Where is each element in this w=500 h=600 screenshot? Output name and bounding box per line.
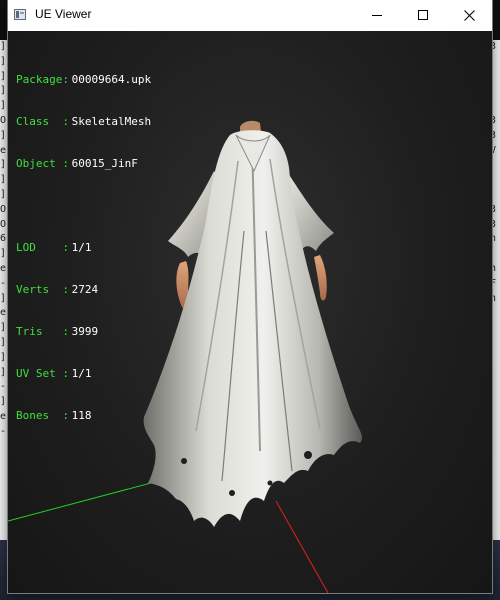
hem-hole [317, 460, 323, 466]
tris-value: 3999 [71, 325, 99, 338]
uvset-label: UV Set : [16, 367, 69, 380]
hem-hole [304, 451, 312, 459]
mesh-info-overlay: Package: 00009664.upk Class : SkeletalMe… [16, 45, 151, 451]
minimize-button[interactable] [354, 0, 400, 31]
ue-viewer-window[interactable]: UE Viewer Package: 00009664.upk Class: … [8, 0, 492, 593]
object-label: Object : [16, 157, 69, 170]
class-value: SkeletalMesh [71, 115, 152, 128]
object-value: 60015_JinF [71, 157, 138, 170]
lod-label: LOD : [16, 241, 69, 254]
right-hand [314, 255, 327, 301]
verts-value: 2724 [71, 283, 99, 296]
close-icon [464, 10, 475, 21]
hem-hole [181, 458, 187, 464]
x-axis-line [275, 500, 329, 593]
hem-hole [267, 480, 273, 486]
lod-value: 1/1 [71, 241, 92, 254]
app-icon [14, 9, 26, 20]
verts-label: Verts : [16, 283, 69, 296]
class-label: Class : [16, 115, 69, 128]
bones-value: 118 [71, 409, 92, 422]
bones-label: Bones : [16, 409, 69, 422]
hem-hole [229, 490, 235, 496]
package-label: Package: [16, 73, 69, 86]
tris-label: Tris : [16, 325, 69, 338]
3d-viewport[interactable]: Package: 00009664.upk Class : SkeletalMe… [8, 31, 492, 593]
title-bar[interactable]: UE Viewer [8, 0, 492, 31]
maximize-button[interactable] [400, 0, 446, 31]
package-value: 00009664.upk [71, 73, 152, 86]
close-button[interactable] [446, 0, 492, 31]
window-title: UE Viewer [35, 7, 92, 21]
uvset-value: 1/1 [71, 367, 92, 380]
